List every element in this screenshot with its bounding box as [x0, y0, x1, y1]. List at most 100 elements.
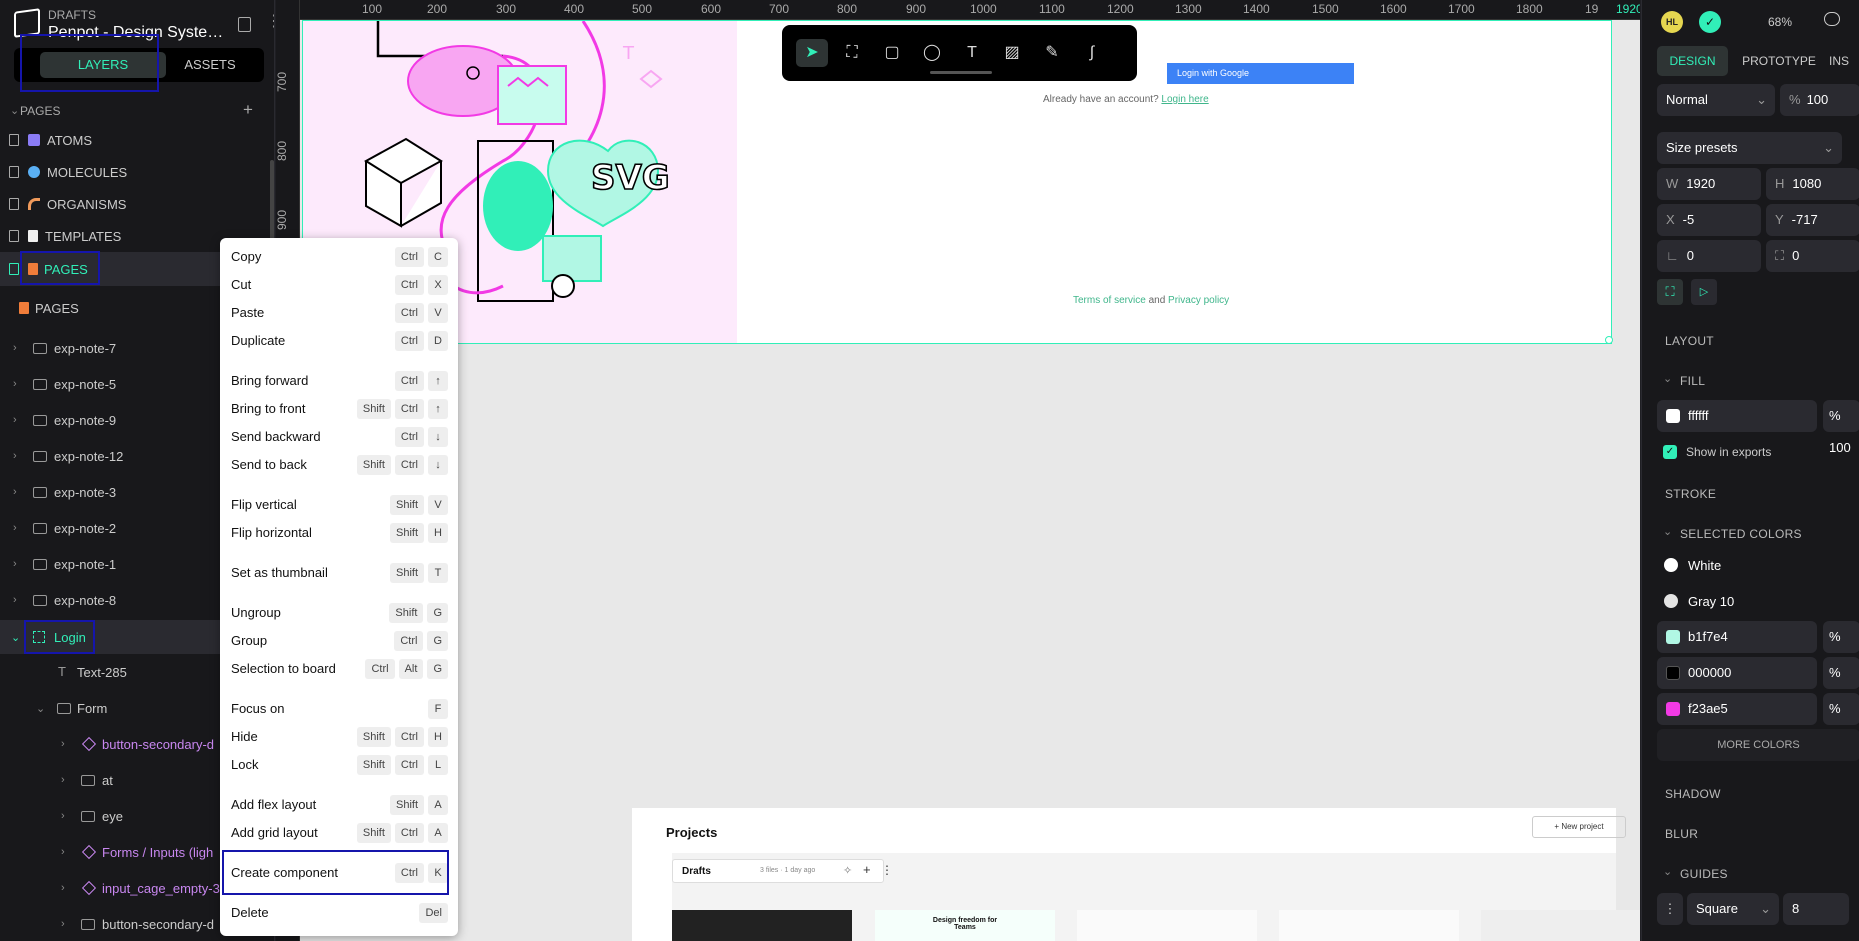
- chevron-right-icon[interactable]: ›: [13, 414, 17, 426]
- menu-item-hide[interactable]: Hide Shift Ctrl H: [230, 725, 448, 749]
- fill-section-title[interactable]: FILL: [1680, 374, 1705, 388]
- chevron-down-icon[interactable]: ⌄: [36, 702, 45, 715]
- menu-item-lock[interactable]: Lock Shift Ctrl L: [230, 753, 448, 777]
- guides-section-title[interactable]: GUIDES: [1680, 867, 1728, 881]
- menu-item-focus-on[interactable]: Focus on F: [230, 697, 448, 721]
- stroke-section-title[interactable]: STROKE: [1665, 487, 1716, 501]
- chevron-right-icon[interactable]: ›: [13, 486, 17, 498]
- selected-color-row[interactable]: f23ae5: [1657, 693, 1817, 725]
- chevron-right-icon[interactable]: ›: [61, 846, 65, 858]
- menu-item-duplicate[interactable]: Duplicate Ctrl D: [230, 329, 448, 353]
- tab-layers[interactable]: LAYERS: [40, 52, 166, 78]
- pin-icon[interactable]: ✧: [843, 864, 852, 877]
- file-thumbnail[interactable]: [1279, 910, 1459, 941]
- ellipse-tool-icon[interactable]: ◯: [916, 39, 948, 67]
- x-field[interactable]: X -5: [1657, 204, 1761, 236]
- chevron-right-icon[interactable]: ›: [61, 882, 65, 894]
- text-tool-icon[interactable]: T: [956, 39, 988, 67]
- user-avatar[interactable]: HL: [1661, 11, 1683, 33]
- menu-item-add-grid-layout[interactable]: Add grid layout Shift Ctrl A: [230, 821, 448, 845]
- y-field[interactable]: Y -717: [1766, 204, 1859, 236]
- page-item-atoms[interactable]: ATOMS: [0, 124, 274, 156]
- chevron-right-icon[interactable]: ›: [61, 810, 65, 822]
- menu-item-selection-to-board[interactable]: Selection to board Ctrl Alt G: [230, 657, 448, 681]
- new-project-button[interactable]: + New project: [1532, 816, 1626, 838]
- menu-item-bring-to-front[interactable]: Bring to front Shift Ctrl ↑: [230, 397, 448, 421]
- chevron-down-icon[interactable]: ⌄: [1663, 865, 1672, 878]
- file-thumbnail[interactable]: [1481, 910, 1640, 941]
- radius-field[interactable]: ⛶ 0: [1766, 240, 1859, 272]
- menu-dots-icon[interactable]: ⋮: [266, 14, 274, 30]
- selected-color-row[interactable]: 000000: [1657, 657, 1817, 689]
- color-opacity-field[interactable]: % 100: [1823, 657, 1859, 712]
- chevron-right-icon[interactable]: ›: [13, 378, 17, 390]
- sidebar-toggle-icon[interactable]: [238, 17, 251, 32]
- menu-item-flip-horizontal[interactable]: Flip horizontal Shift H: [230, 521, 448, 545]
- selected-colors-title[interactable]: SELECTED COLORS: [1680, 527, 1802, 541]
- chevron-right-icon[interactable]: ›: [13, 450, 17, 462]
- menu-item-send-to-back[interactable]: Send to back Shift Ctrl ↓: [230, 453, 448, 477]
- fill-swatch[interactable]: [1666, 409, 1680, 423]
- chevron-right-icon[interactable]: ›: [13, 558, 17, 570]
- chevron-right-icon[interactable]: ›: [13, 522, 17, 534]
- menu-item-send-backward[interactable]: Send backward Ctrl ↓: [230, 425, 448, 449]
- breadcrumb-section[interactable]: DRAFTS: [48, 8, 96, 22]
- chevron-right-icon[interactable]: ›: [61, 918, 65, 930]
- blend-mode-select[interactable]: Normal ⌄: [1657, 84, 1775, 116]
- guide-size-field[interactable]: 8: [1783, 893, 1849, 925]
- tab-inspect[interactable]: INS: [1829, 46, 1859, 76]
- privacy-link[interactable]: Privacy policy: [1168, 295, 1229, 306]
- login-google-button[interactable]: Login with Google: [1167, 63, 1354, 84]
- chevron-right-icon[interactable]: ›: [61, 774, 65, 786]
- terms-link[interactable]: Terms of service: [1073, 295, 1146, 306]
- project-title[interactable]: Penpot - Design System ...: [48, 24, 233, 42]
- menu-item-create-component[interactable]: Create component Ctrl K: [230, 861, 448, 885]
- board-resize-handle[interactable]: [1605, 336, 1613, 344]
- rectangle-tool-icon[interactable]: ▢: [876, 39, 908, 67]
- height-field[interactable]: H 1080: [1766, 168, 1859, 200]
- chevron-right-icon[interactable]: ›: [13, 342, 17, 354]
- color-opacity-field[interactable]: % 100: [1823, 621, 1859, 676]
- menu-item-ungroup[interactable]: Ungroup Shift G: [230, 601, 448, 625]
- show-in-view-icon[interactable]: ▷: [1691, 279, 1717, 305]
- width-field[interactable]: W 1920: [1657, 168, 1761, 200]
- tab-assets[interactable]: ASSETS: [162, 52, 258, 78]
- selected-color-row[interactable]: Gray 10: [1657, 585, 1859, 617]
- menu-item-add-flex-layout[interactable]: Add flex layout Shift A: [230, 793, 448, 817]
- menu-item-flip-vertical[interactable]: Flip vertical Shift V: [230, 493, 448, 517]
- chevron-down-icon[interactable]: ⌄: [1663, 525, 1672, 538]
- fill-color-field[interactable]: ffffff: [1657, 400, 1817, 432]
- login-here-link[interactable]: Login here: [1161, 94, 1208, 105]
- menu-item-copy[interactable]: Copy Ctrl C: [230, 245, 448, 269]
- file-thumbnail[interactable]: [672, 910, 852, 941]
- menu-item-cut[interactable]: Cut Ctrl X: [230, 273, 448, 297]
- menu-item-set-thumbnail[interactable]: Set as thumbnail Shift T: [230, 561, 448, 585]
- comments-icon[interactable]: [1824, 12, 1840, 26]
- pages-header[interactable]: ⌄ PAGES +: [0, 100, 274, 122]
- guide-options-icon[interactable]: ⋮: [1657, 893, 1683, 925]
- selected-color-row[interactable]: b1f7e4: [1657, 621, 1817, 653]
- rotation-field[interactable]: ∟ 0: [1657, 240, 1761, 272]
- shadow-section-title[interactable]: SHADOW: [1665, 787, 1721, 801]
- color-opacity-field[interactable]: % 100: [1823, 693, 1859, 748]
- guide-type-select[interactable]: Square ⌄: [1687, 893, 1779, 925]
- chevron-right-icon[interactable]: ›: [61, 738, 65, 750]
- page-item-molecules[interactable]: MOLECULES: [0, 156, 274, 188]
- more-colors-button[interactable]: MORE COLORS: [1657, 729, 1859, 761]
- tab-design[interactable]: DESIGN: [1657, 46, 1728, 76]
- opacity-field[interactable]: % 100: [1780, 84, 1859, 116]
- fill-opacity-field[interactable]: % 100: [1823, 400, 1859, 455]
- chevron-down-icon[interactable]: ⌄: [11, 631, 20, 644]
- add-page-icon[interactable]: +: [243, 100, 253, 120]
- blur-section-title[interactable]: BLUR: [1665, 827, 1698, 841]
- design-canvas[interactable]: SVG T Login with Google Already have an …: [276, 0, 1640, 941]
- file-thumbnail[interactable]: [1077, 910, 1257, 941]
- tab-prototype[interactable]: PROTOTYPE: [1735, 46, 1823, 76]
- page-item-organisms[interactable]: ORGANISMS: [0, 188, 274, 220]
- penpot-logo[interactable]: [14, 8, 40, 38]
- menu-item-group[interactable]: Group Ctrl G: [230, 629, 448, 653]
- clip-content-icon[interactable]: ⛶: [1657, 279, 1683, 305]
- pencil-tool-icon[interactable]: ✎: [1036, 39, 1068, 67]
- file-thumbnail[interactable]: Design freedom for Teams: [875, 910, 1055, 941]
- show-in-exports-checkbox[interactable]: ✓: [1663, 445, 1677, 459]
